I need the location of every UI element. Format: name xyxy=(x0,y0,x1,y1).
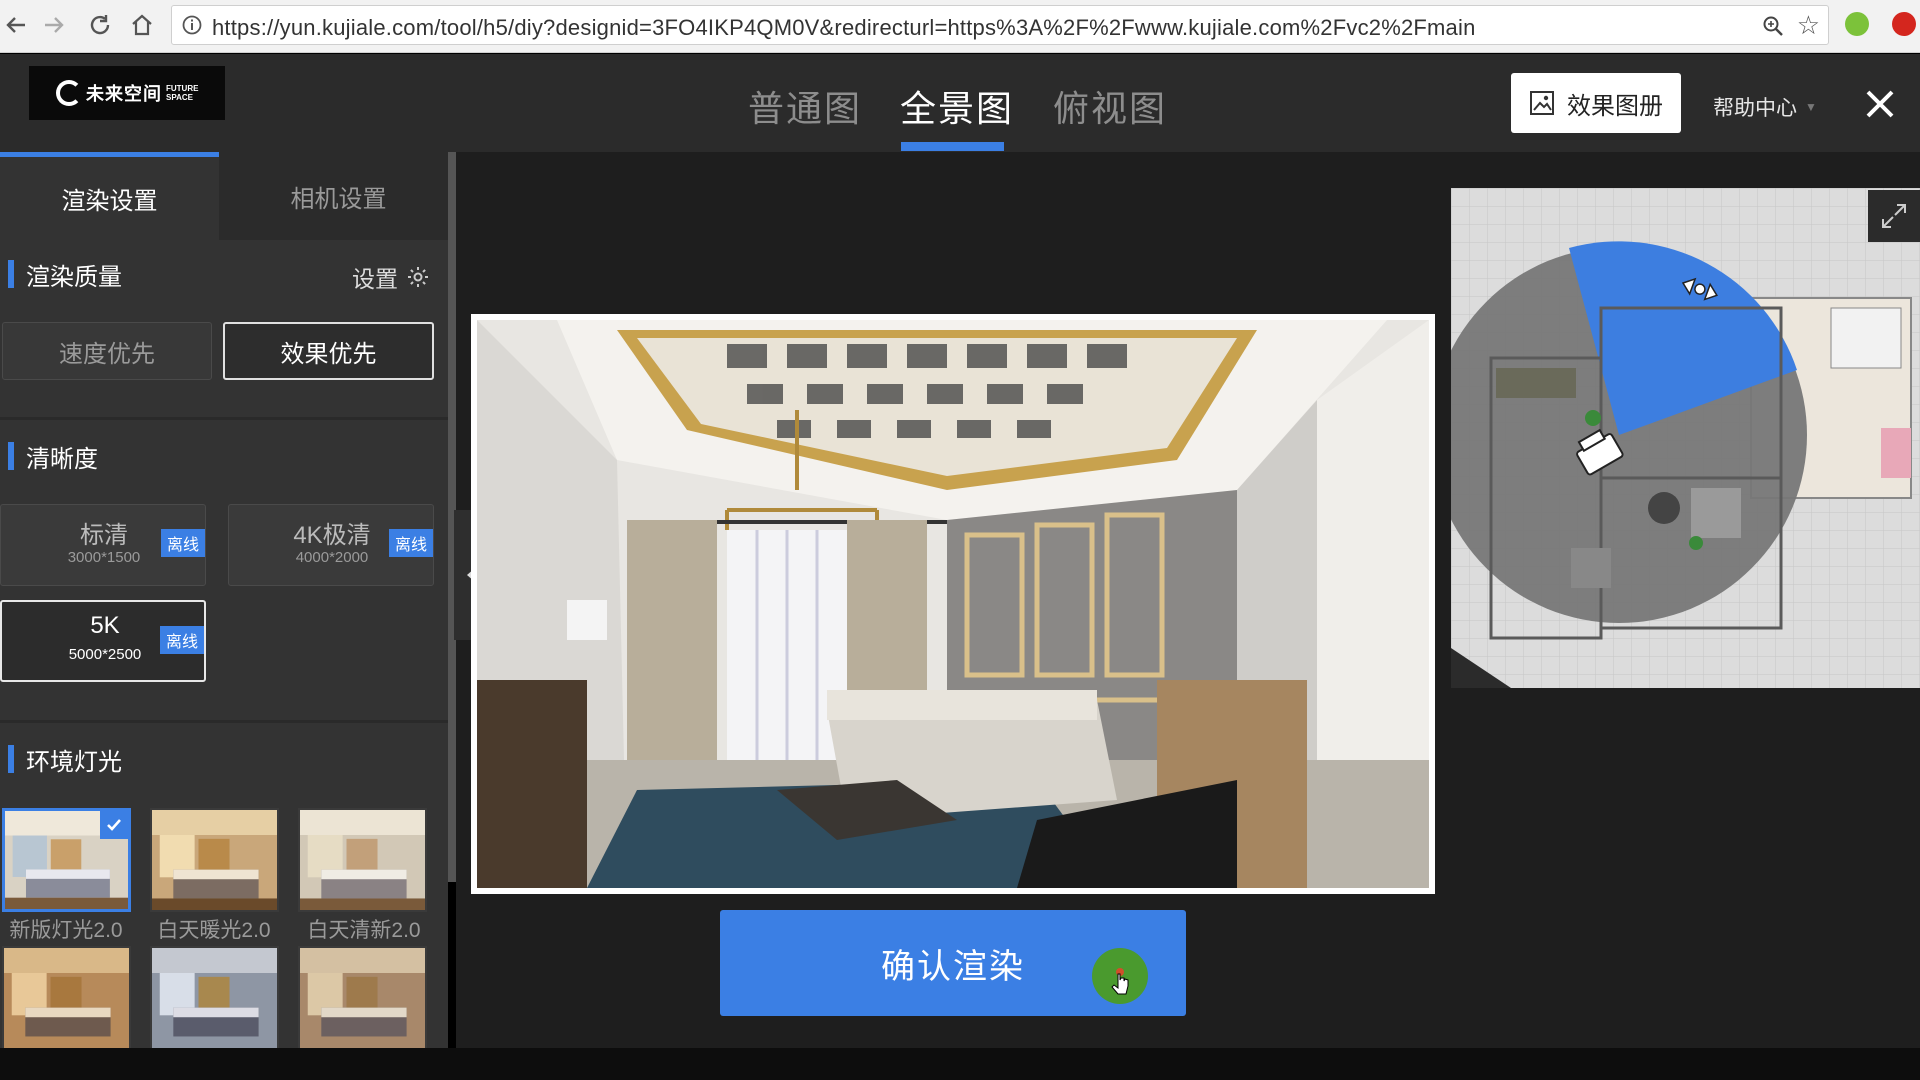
panorama-preview[interactable] xyxy=(471,314,1435,894)
room-thumbnail xyxy=(152,948,277,1048)
tab-normal-view[interactable]: 普通图 xyxy=(748,80,862,132)
check-icon xyxy=(100,811,128,839)
url-text[interactable]: https://yun.kujiale.com/tool/h5/diy?desi… xyxy=(212,15,1476,41)
resolution-option-sd[interactable]: 标清 3000*1500 离线 xyxy=(0,504,206,586)
logo[interactable]: 未来空间 FUTURE SPACE xyxy=(29,66,225,120)
home-button[interactable] xyxy=(126,9,158,41)
render-album-label: 效果图册 xyxy=(1567,92,1663,120)
offline-badge: 离线 xyxy=(389,529,433,557)
room-render-image xyxy=(477,320,1429,888)
expand-minimap-button[interactable] xyxy=(1868,190,1920,242)
close-icon xyxy=(1866,90,1894,118)
logo-text: 未来空间 xyxy=(86,84,162,104)
tab-panorama-view[interactable]: 全景图 xyxy=(900,80,1014,132)
active-tab-indicator xyxy=(901,142,1004,151)
quality-settings-button[interactable]: 设置 xyxy=(352,260,430,294)
lighting-option-thumb[interactable] xyxy=(150,808,279,912)
info-icon[interactable] xyxy=(182,15,202,40)
divider xyxy=(0,720,448,723)
resolution-option-5k[interactable]: 5K 5000*2500 离线 xyxy=(0,600,206,682)
render-album-button[interactable]: 效果图册 xyxy=(1511,73,1681,133)
address-bar[interactable]: https://yun.kujiale.com/tool/h5/diy?desi… xyxy=(171,5,1829,45)
reload-icon xyxy=(90,15,110,35)
back-button[interactable] xyxy=(0,9,32,41)
tab-render-settings[interactable]: 渲染设置 xyxy=(0,152,219,240)
section-title: 清晰度 xyxy=(26,445,98,473)
section-title: 环境灯光 xyxy=(26,748,122,776)
logo-mark xyxy=(56,80,82,106)
gear-icon xyxy=(408,267,428,287)
arrow-left-icon xyxy=(6,17,25,33)
caret-down-icon: ▼ xyxy=(1805,100,1817,114)
section-resolution: 清晰度 xyxy=(8,441,98,473)
section-title: 渲染质量 xyxy=(26,263,122,291)
lighting-option-thumb[interactable] xyxy=(150,946,279,1048)
expand-icon xyxy=(1882,204,1906,228)
lighting-option-label: 白天清新2.0 xyxy=(307,919,421,942)
room-thumbnail xyxy=(300,948,425,1048)
magnifier-icon[interactable] xyxy=(1762,15,1784,42)
home-icon xyxy=(132,14,152,36)
speed-priority-option[interactable]: 速度优先 xyxy=(2,322,212,380)
click-indicator xyxy=(1092,948,1148,1004)
offline-badge: 离线 xyxy=(160,626,204,654)
lighting-option-thumb[interactable] xyxy=(2,946,131,1048)
forward-button[interactable] xyxy=(38,9,70,41)
hand-cursor-icon xyxy=(1111,968,1129,995)
section-render-quality: 渲染质量 xyxy=(8,259,122,291)
lighting-option-thumb[interactable] xyxy=(2,808,131,912)
star-icon[interactable]: ☆ xyxy=(1797,12,1820,38)
room-thumbnail xyxy=(4,948,129,1048)
section-accent-bar xyxy=(8,442,14,470)
panel-tabs: 渲染设置 相机设置 xyxy=(0,152,448,240)
lighting-option-thumb[interactable] xyxy=(298,808,427,912)
close-button[interactable] xyxy=(1862,86,1898,122)
resolution-option-4k[interactable]: 4K极清 4000*2000 离线 xyxy=(228,504,434,586)
lighting-option-label: 新版灯光2.0 xyxy=(9,919,123,942)
confirm-render-label: 确认渲染 xyxy=(881,947,1025,986)
logo-subtext: FUTURE SPACE xyxy=(166,84,199,102)
lighting-option-label: 白天暖光2.0 xyxy=(157,919,271,942)
extension-icon[interactable] xyxy=(1845,12,1869,36)
help-center-menu[interactable]: 帮助中心 ▼ xyxy=(1713,92,1817,122)
section-accent-bar xyxy=(8,745,14,773)
arrow-right-icon xyxy=(45,17,64,33)
app-header: 未来空间 FUTURE SPACE 普通图 全景图 俯视图 效果图册 帮助中心 … xyxy=(0,54,1920,152)
section-accent-bar xyxy=(8,260,14,288)
room-thumbnail xyxy=(152,810,277,910)
tab-top-view[interactable]: 俯视图 xyxy=(1053,80,1167,132)
floor-plan-image xyxy=(1451,188,1920,688)
quality-priority-option[interactable]: 效果优先 xyxy=(223,322,434,380)
room-thumbnail xyxy=(300,810,425,910)
tab-camera-settings[interactable]: 相机设置 xyxy=(229,152,448,240)
help-center-label: 帮助中心 xyxy=(1713,97,1797,120)
extension-icon[interactable] xyxy=(1892,12,1916,36)
floor-plan-minimap[interactable] xyxy=(1451,188,1920,688)
settings-label: 设置 xyxy=(352,266,398,292)
offline-badge: 离线 xyxy=(161,529,205,557)
image-icon xyxy=(1530,91,1554,115)
bottom-strip xyxy=(0,1048,1920,1080)
lighting-option-thumb[interactable] xyxy=(298,946,427,1048)
divider xyxy=(0,417,448,420)
reload-button[interactable] xyxy=(84,9,116,41)
browser-toolbar: https://yun.kujiale.com/tool/h5/diy?desi… xyxy=(0,0,1920,53)
render-settings-panel: 渲染设置 相机设置 渲染质量 设置 速度优先 效果优先 清晰度 标清 3000*… xyxy=(0,152,448,1048)
section-ambient-lighting: 环境灯光 xyxy=(8,744,122,776)
